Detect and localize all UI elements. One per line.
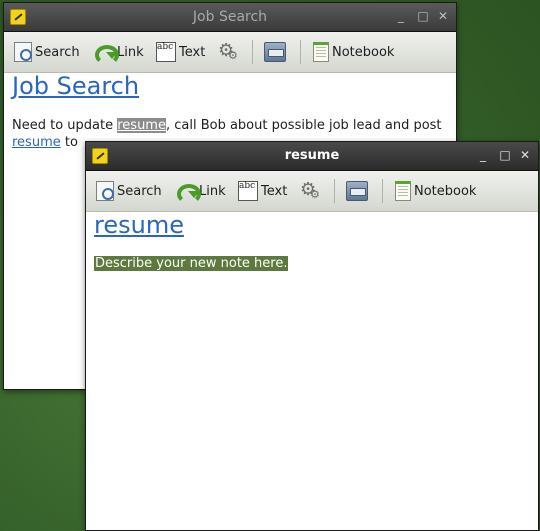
note-body[interactable]: Describe your new note here. [94, 255, 289, 272]
link-arrow-icon [176, 181, 201, 204]
delete-icon [346, 181, 368, 201]
search-button[interactable]: Search [96, 180, 162, 202]
note-title[interactable]: resume [94, 211, 184, 239]
search-icon [96, 181, 114, 201]
maximize-button[interactable]: □ [498, 148, 512, 162]
toolbar-separator [334, 179, 335, 203]
text-button[interactable]: abc Text [238, 180, 287, 202]
maximize-button[interactable]: □ [416, 9, 430, 23]
link-label: Link [117, 44, 144, 60]
toolbar-separator [252, 40, 253, 64]
note-toolbar: Search Link abc Text Notebook [4, 32, 456, 73]
delete-button[interactable] [346, 180, 371, 202]
search-label: Search [35, 44, 80, 60]
text-button[interactable]: abc Text [156, 41, 205, 63]
close-button[interactable]: ✕ [518, 148, 532, 162]
resume-window[interactable]: resume _ □ ✕ Search Link abc Text Notebo… [85, 141, 539, 531]
text-format-icon: abc [238, 181, 258, 201]
notebook-button[interactable]: Notebook [395, 180, 476, 202]
resume-link[interactable]: resume [117, 118, 166, 133]
notebook-icon [313, 42, 329, 62]
text-format-icon: abc [156, 42, 176, 62]
note-toolbar: Search Link abc Text Notebook [86, 171, 538, 212]
link-button[interactable]: Link [94, 41, 144, 65]
notebook-icon [395, 181, 411, 201]
link-button[interactable]: Link [176, 180, 226, 204]
note-title[interactable]: Job Search [12, 72, 139, 100]
minimize-button[interactable]: _ [394, 9, 408, 23]
window-title: Job Search [192, 9, 268, 25]
link-label: Link [199, 183, 226, 199]
toolbar-separator [382, 179, 383, 203]
note-editor[interactable]: resume Describe your new note here. [86, 211, 538, 530]
toolbar-separator [300, 40, 301, 64]
text-label: Text [261, 183, 288, 199]
placeholder-text[interactable]: Describe your new note here. [94, 256, 289, 271]
text-label: Text [179, 44, 206, 60]
tools-button[interactable] [218, 40, 241, 63]
delete-button[interactable] [264, 41, 289, 63]
window-title: resume [284, 148, 340, 163]
notebook-label: Notebook [332, 44, 395, 60]
gear-icon [300, 179, 320, 201]
delete-icon [264, 42, 286, 62]
link-arrow-icon [94, 42, 119, 65]
search-label: Search [117, 183, 162, 199]
resume-link[interactable]: resume [12, 135, 61, 150]
minimize-button[interactable]: _ [476, 148, 490, 162]
tools-button[interactable] [300, 179, 323, 202]
resume-titlebar[interactable]: resume _ □ ✕ [86, 142, 538, 171]
notebook-label: Notebook [414, 183, 477, 199]
job-search-titlebar[interactable]: Job Search _ □ ✕ [4, 3, 456, 32]
notebook-button[interactable]: Notebook [313, 41, 394, 63]
search-button[interactable]: Search [14, 41, 80, 63]
gear-icon [218, 40, 238, 62]
search-icon [14, 42, 32, 62]
close-button[interactable]: ✕ [436, 9, 450, 23]
